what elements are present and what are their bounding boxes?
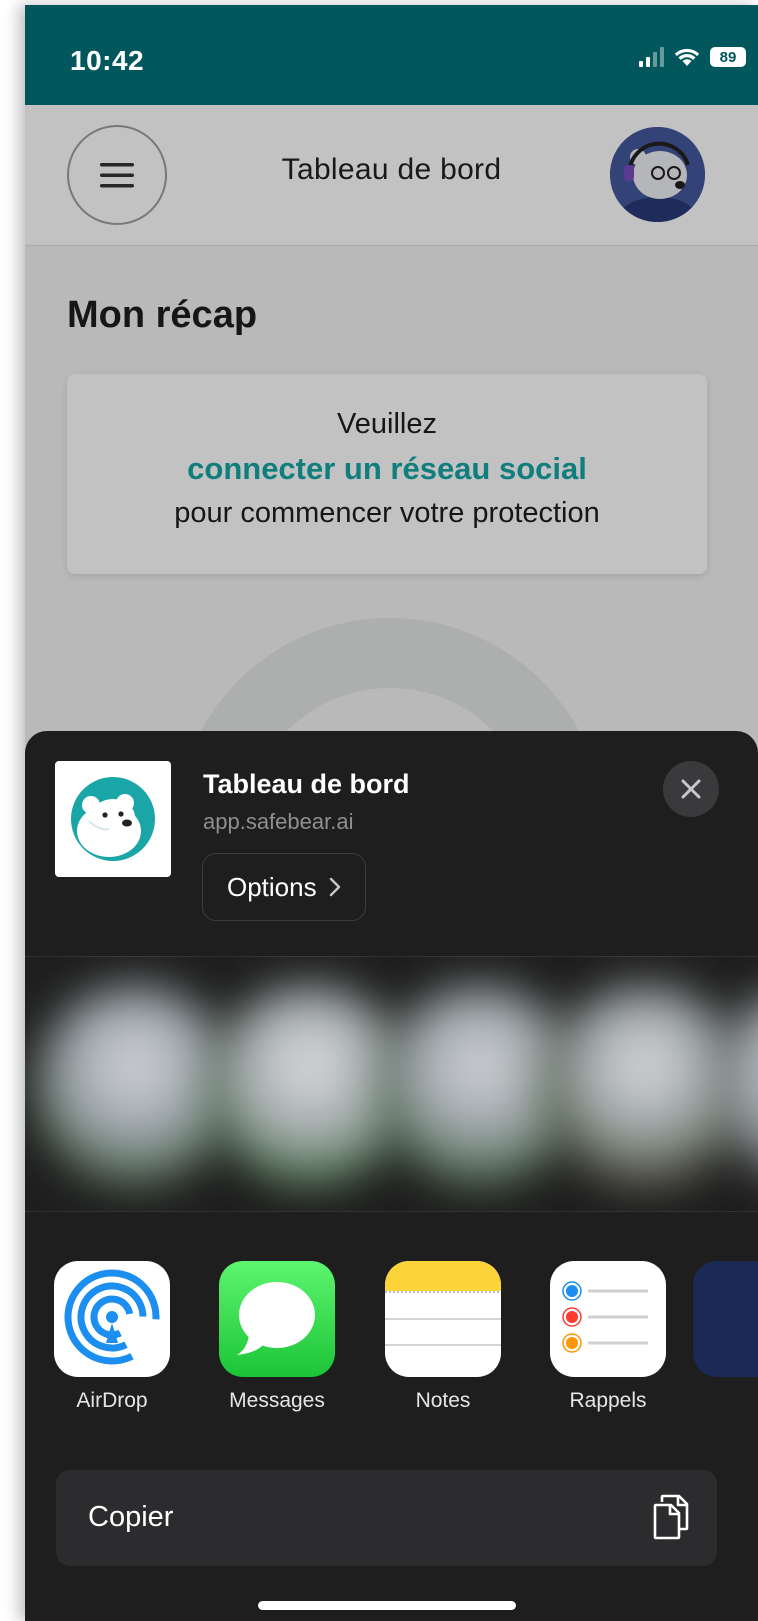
wifi-icon [674,48,700,66]
app-thumbnail [55,761,171,877]
share-sheet-header: Tableau de bord app.safebear.ai Options [25,731,758,957]
copy-label: Copier [88,1501,174,1533]
app-label: Messages [229,1389,325,1412]
status-time: 10:42 [70,45,145,76]
battery-indicator: 89 [710,47,746,67]
app-icon-partial [693,1261,758,1377]
status-icons: 89 [639,47,746,67]
chevron-right-icon [329,877,340,897]
close-button[interactable] [663,761,719,817]
app-label: AirDrop [76,1389,148,1412]
share-app-reminders[interactable]: Rappels [528,1261,688,1413]
notes-icon [385,1261,501,1377]
suggested-contacts-row[interactable] [25,956,758,1212]
share-app-notes[interactable]: Notes [363,1261,523,1413]
close-icon [681,779,701,799]
dim-overlay[interactable] [25,105,758,765]
messages-icon [219,1261,335,1377]
status-bar: 10:42 89 [25,5,758,105]
phone-screen: 10:42 89 Tableau de bord Mon récap Veuil… [25,5,758,1621]
share-apps-row: AirDrop Messages Notes Rappels [25,1261,758,1441]
options-label: Options [227,871,317,902]
options-button[interactable]: Options [202,853,366,921]
home-indicator [258,1601,516,1610]
share-sheet: Tableau de bord app.safebear.ai Options [25,731,758,1621]
contact-suggestion[interactable] [35,986,235,1186]
safebear-logo-icon [71,777,155,861]
app-label: Rappels [569,1389,647,1412]
share-sheet-title: Tableau de bord [203,769,410,799]
share-app-more[interactable] [693,1261,758,1377]
share-sheet-url: app.safebear.ai [203,809,354,834]
reminders-icon [550,1261,666,1377]
share-app-airdrop[interactable]: AirDrop [32,1261,192,1413]
copy-icon [653,1494,689,1540]
copy-action[interactable]: Copier [56,1470,717,1566]
share-app-messages[interactable]: Messages [197,1261,357,1413]
contact-suggestion[interactable] [715,986,758,1186]
cellular-signal-icon [639,47,664,67]
airdrop-icon [54,1261,170,1377]
app-label: Notes [415,1389,471,1412]
